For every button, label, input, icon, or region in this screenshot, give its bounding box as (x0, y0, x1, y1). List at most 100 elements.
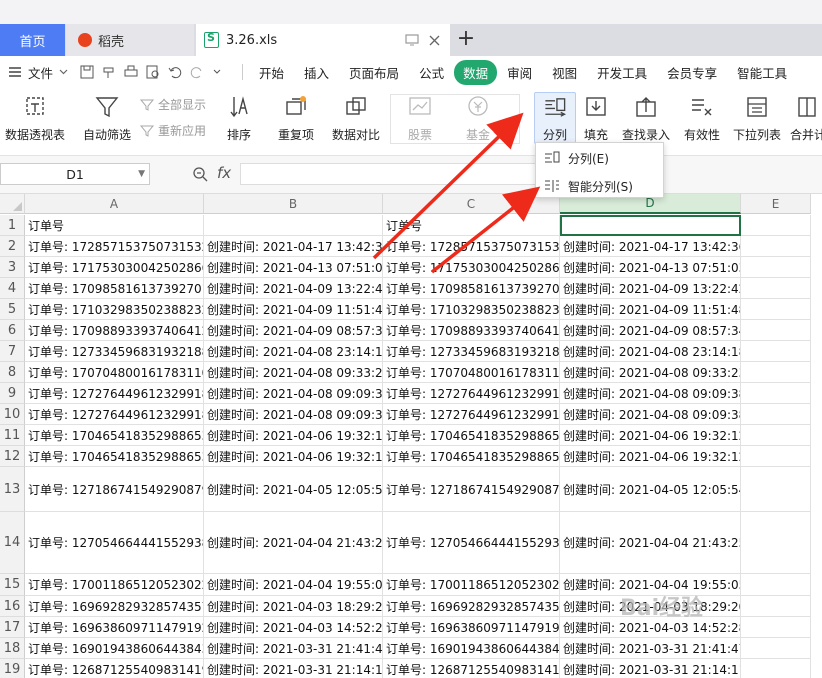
table-cell[interactable]: 订单号: 1690194386064438434 (383, 638, 560, 659)
reapply-button[interactable]: 重新应用 (140, 122, 206, 139)
row-header[interactable]: 11 (0, 425, 25, 446)
table-cell[interactable]: 订单号: 1709889339374064128 (383, 320, 560, 341)
table-cell[interactable]: 创建时间: 2021-04-06 19:32:12 (204, 446, 383, 467)
merge-calc-button[interactable]: 合并计 (788, 88, 822, 143)
column-header-a[interactable]: A (25, 194, 204, 214)
table-cell[interactable]: 订单号: 1273345968319321885 (383, 341, 560, 362)
table-cell[interactable]: 创建时间: 2021-04-09 11:51:48 (204, 299, 383, 320)
table-cell[interactable]: 创建时间: 2021-04-05 12:05:54 (560, 467, 741, 512)
table-cell[interactable]: 订单号: 1273345968319321885 (25, 341, 204, 362)
menu-item-smart-tools[interactable]: 智能工具 (727, 63, 797, 82)
table-cell[interactable]: 订单号: 1272764496123299183 (25, 383, 204, 404)
table-cell[interactable]: 创建时间: 2021-04-09 13:22:42 (560, 278, 741, 299)
table-cell[interactable]: 订单号: 1271867415492908794 (25, 467, 204, 512)
table-cell[interactable]: 订单号: 1704654183529886533 (25, 446, 204, 467)
table-cell[interactable]: 创建时间: 2021-04-09 13:22:42 (204, 278, 383, 299)
pivot-table-button[interactable]: 数据透视表 (2, 88, 68, 143)
menu-item-insert[interactable]: 插入 (294, 63, 339, 82)
row-header[interactable]: 13 (0, 467, 25, 512)
table-cell[interactable]: 创建时间: 2021-04-03 14:52:28 (204, 617, 383, 638)
table-cell[interactable] (741, 362, 811, 383)
table-cell[interactable]: 创建时间: 2021-04-06 19:32:12 (204, 425, 383, 446)
new-tab-button[interactable]: + (456, 24, 476, 56)
row-header[interactable]: 9 (0, 383, 25, 404)
table-cell[interactable]: 创建时间: 2021-04-13 07:51:03 (204, 257, 383, 278)
table-cell[interactable]: 创建时间: 2021-04-06 19:32:12 (560, 446, 741, 467)
more-chevron-icon[interactable] (212, 65, 222, 79)
table-cell[interactable] (741, 638, 811, 659)
table-cell[interactable] (741, 512, 811, 574)
autofilter-button[interactable]: 自动筛选 (80, 88, 134, 143)
table-cell[interactable]: 订单号: 1696928293285743574 (25, 596, 204, 617)
table-cell[interactable]: 创建时间: 2021-04-09 08:57:34 (560, 320, 741, 341)
table-cell[interactable]: 订单号: 1272764496123299183 (383, 383, 560, 404)
table-cell[interactable]: 创建时间: 2021-04-04 21:43:25 (204, 512, 383, 574)
table-cell[interactable]: 订单号: 1268712554098314196 (25, 659, 204, 678)
stock-button[interactable]: 股票 (398, 88, 442, 143)
table-cell[interactable]: 订单号: 1704654183529886533 (25, 425, 204, 446)
fill-button[interactable]: 填充 (578, 88, 614, 143)
table-cell[interactable]: 订单号: 1717530300425028665 (25, 257, 204, 278)
table-cell[interactable]: 订单号 (383, 215, 560, 236)
row-header[interactable]: 15 (0, 574, 25, 596)
format-painter-icon[interactable] (102, 65, 116, 79)
print-preview-icon[interactable] (146, 65, 160, 79)
table-cell[interactable] (741, 596, 811, 617)
table-cell[interactable]: 订单号: 1270546644415529386 (25, 512, 204, 574)
row-header[interactable]: 16 (0, 596, 25, 617)
lookup-entry-button[interactable]: 查找录入 (620, 88, 672, 143)
table-cell[interactable] (741, 617, 811, 638)
table-cell[interactable]: 创建时间: 2021-03-31 21:14:11 (560, 659, 741, 678)
column-header-b[interactable]: B (204, 194, 383, 214)
row-header[interactable]: 7 (0, 341, 25, 362)
table-cell[interactable]: 创建时间: 2021-04-05 12:05:54 (204, 467, 383, 512)
table-cell[interactable]: 订单号: 1717530300425028665 (383, 257, 560, 278)
row-header[interactable]: 12 (0, 446, 25, 467)
column-header-e[interactable]: E (741, 194, 811, 214)
file-menu[interactable]: 文件 (8, 63, 68, 82)
row-header[interactable]: 14 (0, 512, 25, 574)
table-cell[interactable] (204, 215, 383, 236)
table-cell[interactable]: 创建时间: 2021-04-17 13:42:36 (560, 236, 741, 257)
table-cell[interactable]: 订单号: 1709858161373927019 (25, 278, 204, 299)
table-cell[interactable]: 创建时间: 2021-03-31 21:41:47 (560, 638, 741, 659)
menu-item-developer[interactable]: 开发工具 (587, 63, 657, 82)
table-cell[interactable]: 创建时间: 2021-03-31 21:14:11 (204, 659, 383, 678)
table-cell[interactable]: 订单号: 1696386097114791925 (25, 617, 204, 638)
fx-icon[interactable]: fx (217, 164, 231, 182)
table-cell[interactable]: 订单号: 1704654183529886533 (383, 425, 560, 446)
table-cell[interactable] (741, 320, 811, 341)
row-header[interactable]: 2 (0, 236, 25, 257)
table-cell[interactable]: 创建时间: 2021-04-08 09:33:23 (560, 362, 741, 383)
data-compare-button[interactable]: 数据对比 (326, 88, 386, 143)
menu-item-data[interactable]: 数据 (454, 59, 498, 85)
undo-icon[interactable] (168, 65, 182, 79)
window-icon[interactable] (405, 34, 419, 46)
table-cell[interactable]: 创建时间: 2021-04-08 23:14:18 (204, 341, 383, 362)
fund-button[interactable]: 基金 (456, 88, 500, 143)
menu-item-formula[interactable]: 公式 (409, 63, 454, 82)
print-icon[interactable] (124, 65, 138, 79)
save-icon[interactable] (80, 65, 94, 79)
table-cell[interactable] (741, 278, 811, 299)
table-cell[interactable]: 订单号: 1270546644415529386 (383, 512, 560, 574)
menu-item-view[interactable]: 视图 (542, 63, 587, 82)
menu-item-smart-split[interactable]: 智能分列(S) (536, 173, 663, 199)
table-cell[interactable]: 创建时间: 2021-04-13 07:51:03 (560, 257, 741, 278)
duplicates-button[interactable]: 重复项 (272, 88, 320, 143)
row-header[interactable]: 19 (0, 659, 25, 678)
validity-button[interactable]: 有效性 (678, 88, 726, 143)
table-cell[interactable]: 订单号 (25, 215, 204, 236)
table-cell[interactable] (741, 425, 811, 446)
row-header[interactable]: 4 (0, 278, 25, 299)
table-cell[interactable] (741, 236, 811, 257)
tab-daoke[interactable]: 稻壳 (66, 24, 194, 56)
table-cell[interactable]: 订单号: 1271867415492908794 (383, 467, 560, 512)
table-cell[interactable]: 创建时间: 2021-04-09 08:57:34 (204, 320, 383, 341)
menu-item-page-layout[interactable]: 页面布局 (339, 63, 409, 82)
name-box[interactable]: D1 ▼ (0, 163, 150, 185)
show-all-button[interactable]: 全部显示 (140, 96, 206, 113)
row-header[interactable]: 1 (0, 215, 25, 236)
redo-icon[interactable] (190, 65, 204, 79)
table-cell[interactable]: 创建时间: 2021-04-04 19:55:05 (204, 574, 383, 596)
